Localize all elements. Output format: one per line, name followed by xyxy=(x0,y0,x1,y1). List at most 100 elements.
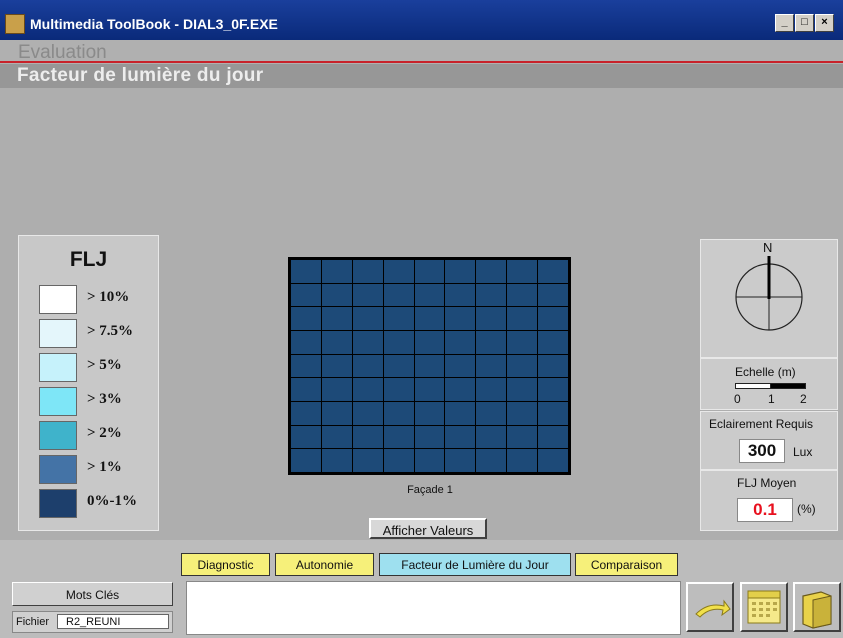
legend-swatch xyxy=(39,353,77,382)
grid-cell xyxy=(291,425,321,449)
minimize-button[interactable]: _ xyxy=(775,14,794,32)
tab-diagnostic[interactable]: Diagnostic xyxy=(181,553,270,576)
grid-cell xyxy=(383,401,414,425)
grid-cell xyxy=(414,449,445,472)
legend-label: > 10% xyxy=(87,289,130,305)
grid-cell xyxy=(414,401,445,425)
grid-cell xyxy=(352,401,383,425)
grid-cell xyxy=(383,307,414,330)
grid-cell xyxy=(352,283,383,307)
grid-cell xyxy=(352,330,383,354)
close-button[interactable]: × xyxy=(815,14,834,32)
scale-label: Echelle (m) xyxy=(735,365,796,379)
legend-label: > 2% xyxy=(87,425,122,441)
fichier-value[interactable]: R2_REUNI xyxy=(57,614,169,629)
grid-cell xyxy=(538,260,568,283)
compass-icon xyxy=(735,256,803,331)
grid-cell xyxy=(291,330,321,354)
grid-cell xyxy=(383,260,414,283)
grid-cell xyxy=(538,330,568,354)
section-header: Evaluation xyxy=(0,40,843,64)
grid-cell xyxy=(476,401,507,425)
grid-cell xyxy=(507,354,538,378)
grid-cell xyxy=(538,449,568,472)
calendar-button[interactable] xyxy=(740,582,788,632)
legend-label: > 7.5% xyxy=(87,323,134,339)
grid-cell xyxy=(414,283,445,307)
grid-cell xyxy=(507,449,538,472)
grid-cell xyxy=(291,378,321,401)
grid-cell xyxy=(507,330,538,354)
grid-cell xyxy=(538,401,568,425)
grid-cell xyxy=(445,378,476,401)
legend-swatch xyxy=(39,421,77,450)
grid-cell xyxy=(352,425,383,449)
grid-cell xyxy=(321,330,352,354)
scale-tick: 1 xyxy=(768,392,775,406)
page-title: Facteur de lumière du jour xyxy=(17,65,264,86)
grid-cell xyxy=(352,307,383,330)
grid-cell xyxy=(321,401,352,425)
facade-grid-cells xyxy=(291,260,568,472)
mots-cles-button[interactable]: Mots Clés xyxy=(12,582,173,606)
legend-label: > 3% xyxy=(87,391,122,407)
grid-cell xyxy=(476,283,507,307)
grid-cell xyxy=(383,283,414,307)
grid-cell xyxy=(321,354,352,378)
compass-panel: N xyxy=(700,239,838,358)
book-button[interactable] xyxy=(793,582,841,632)
grid-cell xyxy=(352,354,383,378)
grid-cell xyxy=(538,307,568,330)
back-arrow-icon xyxy=(695,599,731,618)
eclairement-unit: Lux xyxy=(793,445,813,459)
tab-autonomie[interactable]: Autonomie xyxy=(275,553,374,576)
legend-swatch xyxy=(39,489,77,518)
flj-moyen-unit: (%) xyxy=(797,502,816,516)
grid-cell xyxy=(445,401,476,425)
legend-swatch xyxy=(39,455,77,484)
legend-swatch xyxy=(39,319,77,348)
grid-cell xyxy=(507,260,538,283)
flj-moyen-label: FLJ Moyen xyxy=(737,476,797,490)
grid-cell xyxy=(445,307,476,330)
grid-cell xyxy=(321,307,352,330)
grid-cell xyxy=(445,449,476,472)
grid-cell xyxy=(414,307,445,330)
eclairement-value[interactable]: 300 xyxy=(739,439,785,463)
notes-textarea[interactable] xyxy=(186,581,681,635)
fichier-field: Fichier R2_REUNI xyxy=(12,611,173,633)
facade-grid[interactable] xyxy=(288,257,571,475)
tab-facteur-lumiere-jour[interactable]: Facteur de Lumière du Jour xyxy=(379,553,571,576)
grid-cell xyxy=(476,425,507,449)
grid-cell xyxy=(476,330,507,354)
grid-cell xyxy=(352,378,383,401)
back-button[interactable] xyxy=(686,582,734,632)
grid-cell xyxy=(352,449,383,472)
grid-cell xyxy=(383,449,414,472)
flj-moyen-panel: FLJ Moyen 0.1 (%) xyxy=(700,470,838,531)
legend-swatch xyxy=(39,387,77,416)
maximize-button[interactable]: □ xyxy=(795,14,814,32)
grid-cell xyxy=(507,401,538,425)
grid-cell xyxy=(507,425,538,449)
grid-cell xyxy=(321,378,352,401)
grid-cell xyxy=(445,425,476,449)
grid-cell xyxy=(414,354,445,378)
eclairement-label: Eclairement Requis xyxy=(709,417,814,431)
calendar-icon xyxy=(747,590,781,624)
grid-cell xyxy=(291,307,321,330)
grid-cell xyxy=(507,283,538,307)
scale-tick: 0 xyxy=(734,392,741,406)
grid-cell xyxy=(291,260,321,283)
tab-comparaison[interactable]: Comparaison xyxy=(575,553,678,576)
eclairement-panel: Eclairement Requis 300 Lux xyxy=(700,411,838,470)
legend-label: > 5% xyxy=(87,357,122,373)
scale-bar-white xyxy=(735,383,771,389)
legend-label: > 1% xyxy=(87,459,122,475)
grid-cell xyxy=(476,354,507,378)
grid-cell xyxy=(414,378,445,401)
flj-moyen-value: 0.1 xyxy=(737,498,793,522)
grid-cell xyxy=(476,307,507,330)
afficher-valeurs-button[interactable]: Afficher Valeurs xyxy=(369,518,487,539)
grid-cell xyxy=(538,354,568,378)
